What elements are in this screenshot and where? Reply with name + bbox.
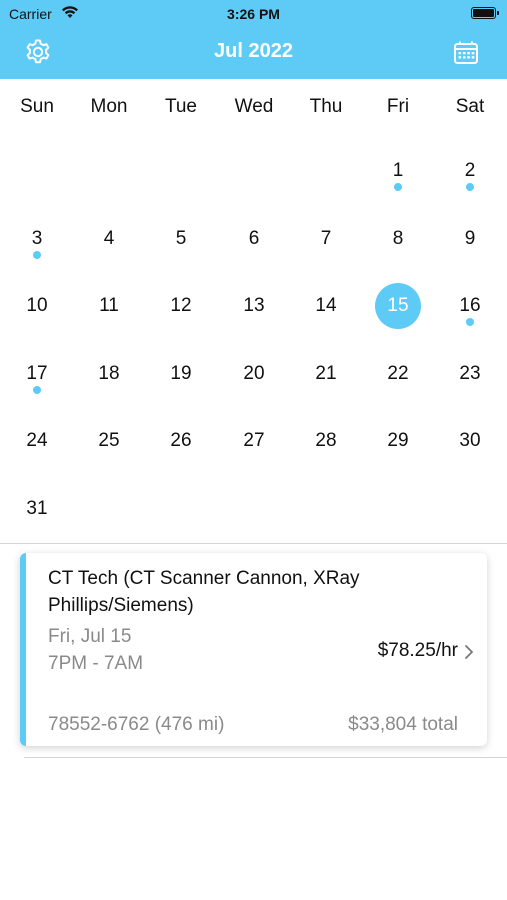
calendar-day-number: 21	[315, 363, 337, 384]
calendar-day[interactable]: 30	[434, 418, 506, 468]
calendar-day[interactable]: 25	[73, 418, 145, 468]
calendar-day[interactable]: 17	[1, 351, 73, 401]
calendar-day[interactable]: 9	[434, 216, 506, 266]
calendar-day[interactable]: 27	[218, 418, 290, 468]
calendar-day-number: 30	[459, 430, 481, 451]
calendar-day[interactable]: 31	[1, 486, 73, 536]
calendar-day-number: 7	[320, 228, 332, 249]
calendar-day[interactable]: 3	[1, 216, 73, 266]
calendar-day-number: 23	[459, 363, 481, 384]
calendar-day[interactable]: 13	[218, 283, 290, 333]
calendar-day-number: 27	[243, 430, 265, 451]
calendar-day[interactable]: 21	[290, 351, 362, 401]
shift-rate: $78.25/hr	[377, 640, 458, 661]
shift-card[interactable]: CT Tech (CT Scanner Cannon, XRay Phillip…	[20, 553, 487, 746]
event-indicator-dot	[466, 183, 474, 191]
calendar-day-number: 5	[175, 228, 187, 249]
calendar-day[interactable]: 23	[434, 351, 506, 401]
calendar-day[interactable]: 16	[434, 283, 506, 333]
divider	[0, 543, 507, 544]
calendar-day-number: 11	[99, 295, 119, 316]
calendar-day[interactable]: 26	[145, 418, 217, 468]
calendar-day-number: 29	[387, 430, 409, 451]
calendar-day-number: 9	[464, 228, 476, 249]
calendar-day[interactable]: 19	[145, 351, 217, 401]
calendar-day-number: 26	[170, 430, 192, 451]
calendar-day[interactable]: 6	[218, 216, 290, 266]
calendar-day-number: 22	[387, 363, 409, 384]
calendar-day[interactable]: 1	[362, 148, 434, 198]
calendar-day-number: 8	[392, 228, 404, 249]
calendar-day[interactable]: 5	[145, 216, 217, 266]
calendar-day-number: 12	[170, 295, 192, 316]
calendar-day[interactable]: 14	[290, 283, 362, 333]
event-indicator-dot	[394, 183, 402, 191]
calendar-day-number: 18	[98, 363, 120, 384]
calendar-day[interactable]: 28	[290, 418, 362, 468]
chevron-right-icon	[465, 645, 473, 659]
calendar-day[interactable]: 4	[73, 216, 145, 266]
calendar-day[interactable]: 18	[73, 351, 145, 401]
calendar-day-number: 19	[170, 363, 192, 384]
calendar-day[interactable]: 8	[362, 216, 434, 266]
calendar-day[interactable]: 2	[434, 148, 506, 198]
calendar-day-number: 10	[26, 295, 48, 316]
event-indicator-dot	[33, 251, 41, 259]
calendar-day-number: 31	[26, 498, 48, 519]
card-accent-bar	[20, 553, 26, 746]
calendar-day[interactable]: 12	[145, 283, 217, 333]
calendar-day-number: 20	[243, 363, 265, 384]
calendar-day[interactable]: 15	[362, 283, 434, 333]
calendar-day-number: 24	[26, 430, 48, 451]
calendar-day-number: 4	[103, 228, 115, 249]
calendar-day[interactable]: 10	[1, 283, 73, 333]
divider	[24, 757, 507, 758]
calendar-day[interactable]: 7	[290, 216, 362, 266]
shift-title: CT Tech (CT Scanner Cannon, XRay Phillip…	[48, 568, 360, 616]
event-indicator-dot	[466, 318, 474, 326]
calendar-day-number: 25	[98, 430, 120, 451]
calendar-day-number: 15	[375, 283, 421, 329]
calendar-day[interactable]: 29	[362, 418, 434, 468]
calendar-day[interactable]: 22	[362, 351, 434, 401]
event-indicator-dot	[33, 386, 41, 394]
calendar-day-number: 13	[243, 295, 265, 316]
shift-date: Fri, Jul 15	[48, 626, 132, 647]
calendar-day-number: 6	[248, 228, 260, 249]
calendar-day[interactable]: 11	[73, 283, 145, 333]
calendar-day[interactable]: 24	[1, 418, 73, 468]
calendar-day-number: 14	[315, 295, 337, 316]
calendar-grid: 1 2 3 4 5 6 7 8 9 10 11 12 13 14 15 16 17 18 19 20 21 22 23 24 2…	[0, 0, 507, 540]
calendar-day[interactable]: 20	[218, 351, 290, 401]
shift-location: 78552-6762 (476 mi)	[48, 714, 225, 735]
calendar-day-number: 28	[315, 430, 337, 451]
shift-total: $33,804 total	[348, 714, 458, 735]
shift-hours: 7PM - 7AM	[48, 653, 144, 674]
